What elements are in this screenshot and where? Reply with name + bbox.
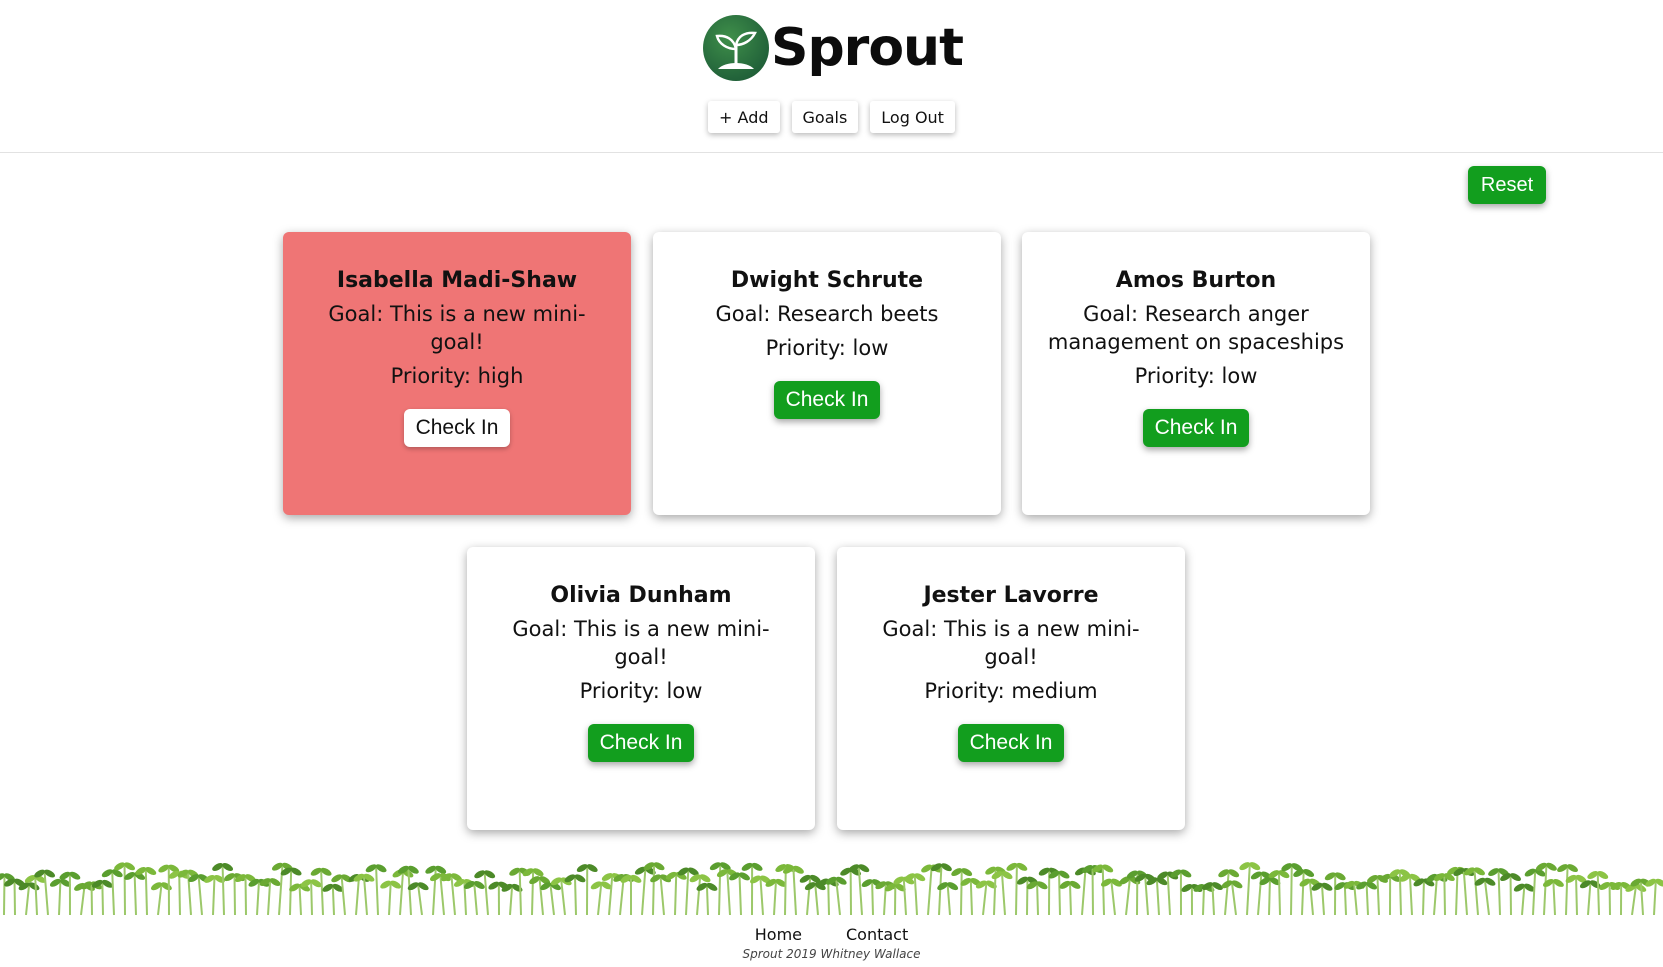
logout-button[interactable]: Log Out <box>870 101 955 133</box>
check-in-button[interactable]: Check In <box>403 409 511 447</box>
card-goal: Goal: Research beets <box>715 302 939 326</box>
goal-card: Olivia Dunham Goal: This is a new mini-g… <box>467 547 815 830</box>
brand-name: Sprout <box>771 18 964 78</box>
check-in-button[interactable]: Check In <box>587 724 695 762</box>
card-priority: Priority: medium <box>924 679 1098 703</box>
card-name: Isabella Madi-Shaw <box>336 268 578 293</box>
card-priority: Priority: low <box>765 336 889 360</box>
card-name: Jester Lavorre <box>923 583 1099 608</box>
reset-button[interactable]: Reset <box>1468 166 1546 204</box>
card-goal: Goal: This is a new mini-goal! <box>882 617 1140 669</box>
add-button[interactable]: + Add <box>708 101 780 133</box>
card-name: Dwight Schrute <box>730 268 924 293</box>
sprout-icon <box>703 15 769 81</box>
goal-card: Isabella Madi-Shaw Goal: This is a new m… <box>283 232 631 515</box>
card-goal: Goal: This is a new mini-goal! <box>328 302 586 354</box>
copyright: Sprout 2019 Whitney Wallace <box>742 947 921 961</box>
site-header: Sprout + Add Goals Log Out <box>0 0 1663 153</box>
goal-card: Amos Burton Goal: Research anger managem… <box>1022 232 1370 515</box>
check-in-button[interactable]: Check In <box>1142 409 1250 447</box>
card-priority: Priority: low <box>579 679 703 703</box>
card-goal: Goal: Research anger management on space… <box>1047 302 1345 354</box>
goals-button[interactable]: Goals <box>791 101 859 133</box>
footer-contact-link[interactable]: Contact <box>846 925 908 944</box>
brand[interactable]: Sprout <box>703 14 964 82</box>
goal-card: Dwight Schrute Goal: Research beets Prio… <box>653 232 1001 515</box>
card-priority: Priority: low <box>1134 364 1258 388</box>
sprouts-border-image <box>0 862 1663 915</box>
check-in-button[interactable]: Check In <box>957 724 1065 762</box>
check-in-button[interactable]: Check In <box>773 381 881 419</box>
card-goal: Goal: This is a new mini-goal! <box>512 617 770 669</box>
main-nav: + Add Goals Log Out <box>0 101 1663 133</box>
card-priority: Priority: high <box>390 364 524 388</box>
card-name: Amos Burton <box>1115 268 1277 293</box>
footer-home-link[interactable]: Home <box>755 925 802 944</box>
goal-card: Jester Lavorre Goal: This is a new mini-… <box>837 547 1185 830</box>
footer-nav: Home Contact <box>0 925 1663 944</box>
card-name: Olivia Dunham <box>550 583 732 608</box>
